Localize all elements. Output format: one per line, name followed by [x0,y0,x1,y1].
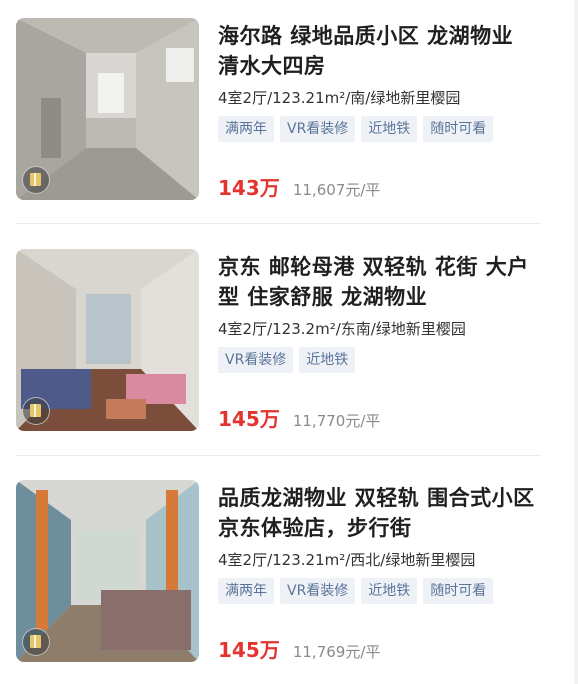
vr-house-icon [22,628,50,656]
price-row: 145万 11,770元/平 [218,403,380,432]
divider [16,223,541,224]
listing-card[interactable]: 海尔路 绿地品质小区 龙湖物业 清水大四房 4室2厅/123.21m²/南/绿地… [16,18,541,218]
total-price: 145万 [218,638,280,662]
unit-price: 11,770元/平 [292,412,381,430]
tag: 满两年 [218,578,274,604]
listing-tags: 满两年 VR看装修 近地铁 随时可看 [218,578,541,604]
unit-price: 11,769元/平 [292,643,381,661]
listing-photo[interactable] [16,480,199,662]
listing-meta: 4室2厅/123.21m²/西北/绿地新里樱园 [218,551,476,569]
tag: 近地铁 [361,578,418,604]
listing-card[interactable]: 品质龙湖物业 双轻轨 围合式小区 京东体验店，步行街 4室2厅/123.21m²… [16,480,541,680]
listing-title[interactable]: 品质龙湖物业 双轻轨 围合式小区 京东体验店，步行街 [218,483,541,543]
vr-house-icon [22,166,50,194]
vr-house-icon [22,397,50,425]
tag: 近地铁 [361,116,418,142]
listing-list: 海尔路 绿地品质小区 龙湖物业 清水大四房 4室2厅/123.21m²/南/绿地… [0,0,578,684]
tag: 随时可看 [423,116,494,142]
tag: VR看装修 [218,347,294,373]
tag: 近地铁 [299,347,356,373]
price-row: 145万 11,769元/平 [218,634,380,663]
listing-title[interactable]: 海尔路 绿地品质小区 龙湖物业 清水大四房 [218,21,541,81]
listing-photo[interactable] [16,18,199,200]
price-row: 143万 11,607元/平 [218,172,380,201]
tag: VR看装修 [280,578,356,604]
listing-tags: 满两年 VR看装修 近地铁 随时可看 [218,116,541,142]
tag: 随时可看 [423,578,494,604]
tag: 满两年 [218,116,274,142]
listing-meta: 4室2厅/123.2m²/东南/绿地新里樱园 [218,320,466,338]
listing-photo[interactable] [16,249,199,431]
divider [16,455,541,456]
listing-tags: VR看装修 近地铁 [218,347,541,373]
listing-title[interactable]: 京东 邮轮母港 双轻轨 花街 大户型 住家舒服 龙湖物业 [218,252,541,312]
tag: VR看装修 [280,116,356,142]
total-price: 145万 [218,407,280,431]
scrollbar[interactable] [574,0,578,684]
listing-meta: 4室2厅/123.21m²/南/绿地新里樱园 [218,89,461,107]
unit-price: 11,607元/平 [292,181,381,199]
total-price: 143万 [218,176,280,200]
listing-card[interactable]: 京东 邮轮母港 双轻轨 花街 大户型 住家舒服 龙湖物业 4室2厅/123.2m… [16,249,541,449]
